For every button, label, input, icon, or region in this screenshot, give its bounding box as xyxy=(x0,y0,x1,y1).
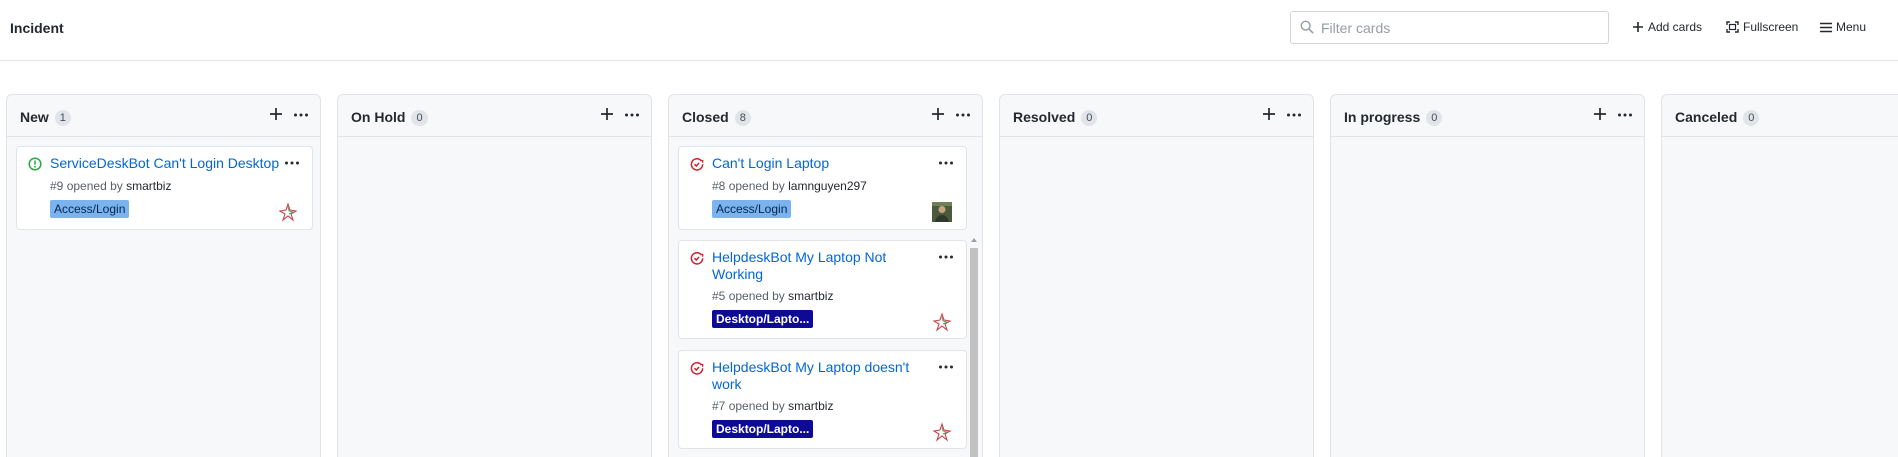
column-title: New xyxy=(20,109,49,125)
column-header: On Hold 0 xyxy=(338,95,651,137)
issue-card[interactable]: Can't Login Laptop #8 opened by lamnguye… xyxy=(678,146,967,230)
project-header: Incident Add cards Fullscreen Menu xyxy=(0,0,1898,61)
column-more-icon[interactable] xyxy=(1617,108,1633,126)
closed-issue-icon xyxy=(690,361,704,380)
filter-cards-field[interactable] xyxy=(1290,11,1609,44)
column-title: In progress xyxy=(1344,109,1421,125)
fullscreen-button[interactable]: Fullscreen xyxy=(1726,20,1798,34)
column-closed: Closed 8 Can't Login Laptop #8 opened by … xyxy=(668,94,983,457)
issue-number: #7 xyxy=(712,399,726,413)
column-in-progress: In progress 0 xyxy=(1330,94,1645,457)
card-count-badge: 8 xyxy=(734,110,751,126)
author-link[interactable]: smartbiz xyxy=(788,399,833,413)
card-meta: #7 opened by smartbiz xyxy=(712,399,833,413)
add-card-plus-icon[interactable] xyxy=(1593,107,1607,126)
menu-button[interactable]: Menu xyxy=(1820,20,1866,34)
card-count-badge: 1 xyxy=(54,110,71,126)
column-more-icon[interactable] xyxy=(624,108,640,126)
fullscreen-label: Fullscreen xyxy=(1743,20,1799,34)
column-more-icon[interactable] xyxy=(293,108,309,126)
add-cards-label: Add cards xyxy=(1648,20,1703,34)
add-cards-button[interactable]: Add cards xyxy=(1632,20,1702,34)
plus-icon xyxy=(1632,21,1644,33)
add-card-plus-icon[interactable] xyxy=(269,107,283,126)
card-title-link[interactable]: Can't Login Laptop xyxy=(712,155,944,172)
column-title: Closed xyxy=(682,109,729,125)
closed-issue-icon xyxy=(690,157,704,176)
card-more-icon[interactable] xyxy=(284,156,300,174)
column-title: On Hold xyxy=(351,109,406,125)
filter-cards-input[interactable] xyxy=(1321,18,1601,38)
hamburger-icon xyxy=(1820,22,1832,33)
scrollbar-thumb[interactable] xyxy=(970,248,978,457)
opened-by-text: opened by xyxy=(728,289,785,303)
add-card-plus-icon[interactable] xyxy=(931,107,945,126)
column-header: Resolved 0 xyxy=(1000,95,1313,137)
search-icon xyxy=(1300,20,1314,39)
column-title: Canceled xyxy=(1675,109,1738,125)
label-access-login[interactable]: Access/Login xyxy=(712,200,792,218)
column-header: Closed 8 xyxy=(669,95,982,137)
fullscreen-icon xyxy=(1726,21,1739,33)
card-meta: #5 opened by smartbiz xyxy=(712,289,833,303)
column-title: Resolved xyxy=(1013,109,1076,125)
column-canceled: Canceled 0 xyxy=(1661,94,1898,457)
card-meta: #8 opened by lamnguyen297 xyxy=(712,179,867,193)
card-title-link[interactable]: HelpdeskBot My Laptop Not Working xyxy=(712,249,912,283)
menu-label: Menu xyxy=(1836,20,1867,34)
open-issue-icon xyxy=(28,157,42,176)
closed-issue-icon xyxy=(690,251,704,270)
column-resolved: Resolved 0 xyxy=(999,94,1314,457)
column-more-icon[interactable] xyxy=(1286,108,1302,126)
column-on-hold: On Hold 0 xyxy=(337,94,652,457)
column-header: In progress 0 xyxy=(1331,95,1644,137)
card-count-badge: 0 xyxy=(1081,110,1098,126)
card-count-badge: 0 xyxy=(1743,110,1760,126)
column-header: New 1 xyxy=(7,95,320,137)
label-access-login[interactable]: Access/Login xyxy=(50,200,130,218)
avatar xyxy=(278,202,298,222)
opened-by-text: opened by xyxy=(728,179,785,193)
opened-by-text: opened by xyxy=(728,399,785,413)
avatar xyxy=(932,202,952,222)
card-meta: #9 opened by smartbiz xyxy=(50,179,171,193)
issue-card[interactable]: HelpdeskBot My Laptop Not Working #5 ope… xyxy=(678,240,967,339)
column-new: New 1 ServiceDeskBot Can't Login Desktop … xyxy=(6,94,321,457)
label-desktop-laptop[interactable]: Desktop/Lapto... xyxy=(712,420,814,438)
column-more-icon[interactable] xyxy=(955,108,971,126)
add-card-plus-icon[interactable] xyxy=(600,107,614,126)
card-more-icon[interactable] xyxy=(938,250,954,268)
author-link[interactable]: smartbiz xyxy=(788,289,833,303)
card-more-icon[interactable] xyxy=(938,156,954,174)
avatar xyxy=(932,312,952,332)
issue-card[interactable]: ServiceDeskBot Can't Login Desktop #9 op… xyxy=(16,146,313,230)
column-header: Canceled 0 xyxy=(1662,95,1898,137)
card-count-badge: 0 xyxy=(1426,110,1443,126)
card-title-link[interactable]: ServiceDeskBot Can't Login Desktop xyxy=(50,155,290,172)
issue-number: #9 xyxy=(50,179,64,193)
card-more-icon[interactable] xyxy=(938,360,954,378)
author-link[interactable]: smartbiz xyxy=(126,179,171,193)
scroll-up-arrow-icon[interactable] xyxy=(969,235,979,245)
avatar xyxy=(932,422,952,442)
issue-number: #5 xyxy=(712,289,726,303)
issue-number: #8 xyxy=(712,179,726,193)
opened-by-text: opened by xyxy=(66,179,123,193)
project-title: Incident xyxy=(10,20,64,36)
label-desktop-laptop[interactable]: Desktop/Lapto... xyxy=(712,310,814,328)
add-card-plus-icon[interactable] xyxy=(1262,107,1276,126)
author-link[interactable]: lamnguyen297 xyxy=(788,179,867,193)
card-title-link[interactable]: HelpdeskBot My Laptop doesn't work xyxy=(712,359,922,393)
issue-card[interactable]: HelpdeskBot My Laptop doesn't work #7 op… xyxy=(678,350,967,449)
card-count-badge: 0 xyxy=(411,110,428,126)
